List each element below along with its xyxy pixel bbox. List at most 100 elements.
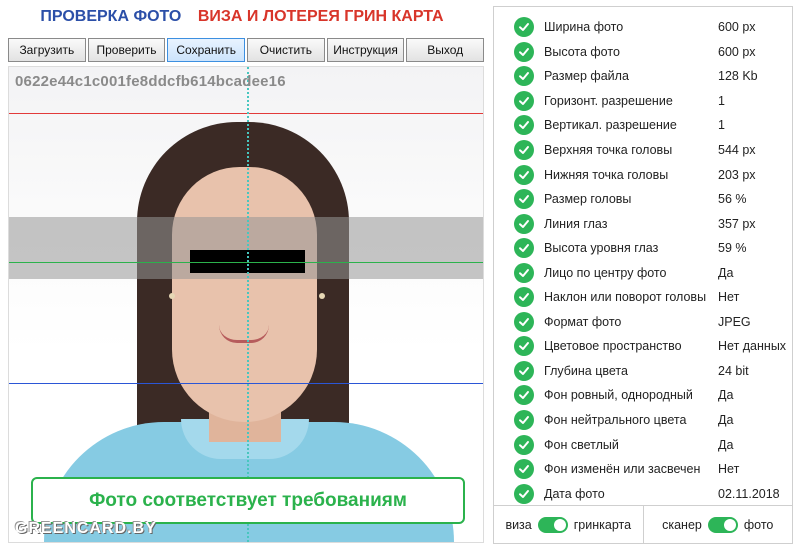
param-row: Фон нейтрального цвета Да — [494, 408, 792, 433]
check-circle-icon — [514, 17, 534, 38]
instruction-button[interactable]: Инструкция — [326, 38, 405, 62]
param-label: Лицо по центру фото — [544, 265, 667, 280]
param-row: Вертикал. разрешение 1 — [494, 113, 792, 138]
param-label: Высота фото — [544, 44, 620, 59]
param-value: JPEG — [718, 314, 751, 329]
param-label: Фон ровный, однородный — [544, 388, 693, 403]
check-circle-icon — [514, 311, 534, 332]
param-row: Дата фото 02.11.2018 — [494, 481, 792, 506]
photo-preview: 0622e44c1c001fe8ddcfb614bcadee16 Фото со… — [8, 66, 484, 543]
check-circle-icon — [514, 336, 534, 357]
toggle-knob — [723, 518, 736, 531]
param-row: Нижняя точка головы 203 px — [494, 162, 792, 187]
param-row: Размер файла 128 Kb — [494, 64, 792, 89]
check-circle-icon — [514, 385, 534, 406]
param-value: 600 px — [718, 20, 756, 35]
param-value: Нет — [718, 290, 740, 305]
param-label: Линия глаз — [544, 216, 608, 231]
check-circle-icon — [514, 360, 534, 381]
param-label: Наклон или поворот головы — [544, 290, 707, 305]
check-button[interactable]: Проверить — [87, 38, 166, 62]
param-row: Линия глаз 357 px — [494, 211, 792, 236]
param-row: Лицо по центру фото Да — [494, 260, 792, 285]
title-photo-check: ПРОВЕРКА ФОТО — [40, 8, 182, 25]
save-button[interactable]: Сохранить — [167, 38, 246, 62]
param-row: Фон ровный, однородный Да — [494, 383, 792, 408]
param-label: Размер файла — [544, 69, 629, 84]
param-label: Фон светлый — [544, 437, 619, 452]
parameter-list: Ширина фото 600 px Высота фото 600 px Размер… — [494, 15, 792, 506]
param-value: 56 % — [718, 192, 747, 207]
panel-footer: виза гринкарта сканер фото — [494, 505, 792, 543]
result-message: Фото соответствует требованиям — [31, 477, 465, 524]
param-value: 24 bit — [718, 363, 749, 378]
param-value: 203 px — [718, 167, 756, 182]
center-guideline — [247, 67, 249, 542]
check-circle-icon — [514, 189, 534, 210]
param-label: Верхняя точка головы — [544, 143, 673, 157]
check-circle-icon — [514, 262, 534, 283]
param-label: Глубина цвета — [544, 363, 628, 378]
param-label: Нижняя точка головы — [544, 167, 669, 182]
source-photo-label: фото — [743, 517, 774, 532]
param-row: Глубина цвета 24 bit — [494, 359, 792, 384]
check-circle-icon — [514, 434, 534, 455]
param-value: Да — [718, 437, 734, 452]
source-toggle-switch[interactable] — [707, 516, 738, 533]
app-title: ПРОВЕРКА ФОТО ВИЗА И ЛОТЕРЕЯ ГРИН КАРТА — [0, 8, 484, 26]
mode-toggle-group: виза гринкарта — [494, 506, 643, 543]
param-row: Наклон или поворот головы Нет — [494, 285, 792, 310]
param-label: Размер головы — [544, 192, 632, 207]
param-row: Формат фото JPEG — [494, 310, 792, 335]
param-label: Цветовое пространство — [544, 339, 682, 354]
load-button[interactable]: Загрузить — [8, 38, 86, 62]
source-toggle-group: сканер фото — [642, 506, 793, 543]
param-label: Вертикал. разрешение — [544, 118, 677, 133]
check-circle-icon — [514, 213, 534, 234]
param-label: Высота уровня глаз — [544, 241, 659, 256]
param-value: 02.11.2018 — [718, 486, 780, 501]
watermark: GREENCARD.BY — [15, 520, 157, 537]
photo-hash: 0622e44c1c001fe8ddcfb614bcadee16 — [15, 73, 286, 90]
check-circle-icon — [514, 483, 534, 504]
param-row: Верхняя точка головы 544 px — [494, 138, 792, 163]
earring-right — [319, 293, 325, 299]
param-value: 600 px — [718, 44, 756, 59]
param-row: Размер головы 56 % — [494, 187, 792, 212]
param-value: Да — [718, 413, 734, 428]
param-value: Да — [718, 388, 734, 403]
clear-button[interactable]: Очистить — [247, 38, 325, 62]
check-circle-icon — [514, 459, 534, 480]
earring-left — [169, 293, 175, 299]
param-label: Дата фото — [544, 486, 605, 501]
param-row: Горизонт. разрешение 1 — [494, 89, 792, 114]
param-value: Да — [718, 265, 734, 280]
param-label: Ширина фото — [544, 20, 624, 35]
check-circle-icon — [514, 115, 534, 136]
param-row: Цветовое пространство Нет данных — [494, 334, 792, 359]
mode-greencard-label: гринкарта — [573, 517, 632, 532]
param-value: 1 — [718, 93, 725, 108]
param-value: 1 — [718, 118, 725, 133]
check-circle-icon — [514, 164, 534, 185]
toolbar: Загрузить Проверить Сохранить Очистить И… — [8, 38, 485, 62]
mode-toggle-switch[interactable] — [537, 516, 568, 533]
eye-line-guideline — [9, 262, 483, 263]
param-value: Нет данных — [718, 339, 787, 354]
param-row: Фон светлый Да — [494, 432, 792, 457]
check-circle-icon — [514, 238, 534, 259]
check-circle-icon — [514, 66, 534, 87]
param-value: 128 Kb — [718, 69, 758, 84]
toggle-knob — [553, 518, 566, 531]
param-row: Фон изменён или засвечен Нет — [494, 457, 792, 482]
check-circle-icon — [514, 90, 534, 111]
param-label: Фон нейтрального цвета — [544, 413, 687, 428]
param-label: Фон изменён или засвечен — [544, 462, 701, 477]
check-circle-icon — [514, 410, 534, 431]
param-value: 357 px — [718, 216, 756, 231]
source-scanner-label: сканер — [662, 517, 702, 532]
exit-button[interactable]: Выход — [406, 38, 485, 62]
param-value: Нет — [718, 462, 740, 477]
chin-guideline — [9, 383, 483, 384]
param-row: Ширина фото 600 px — [494, 15, 792, 40]
